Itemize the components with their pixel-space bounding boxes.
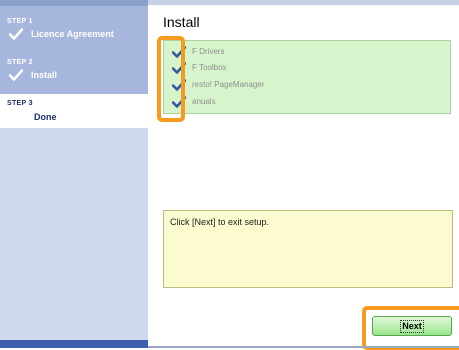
installed-components-list: F Drivers F Toolbox resto! PageManager a… xyxy=(163,40,451,114)
step-label: Licence Agreement xyxy=(31,29,114,39)
sidebar-step-done: STEP 3 Done xyxy=(0,94,148,128)
checkmarks-highlight xyxy=(157,36,185,122)
sidebar-step-licence-agreement: STEP 1 Licence Agreement xyxy=(7,18,114,40)
next-button[interactable]: Next xyxy=(372,316,452,336)
component-label: anuals xyxy=(192,97,216,106)
page-title: Install xyxy=(163,14,200,30)
checkmark-icon xyxy=(9,69,23,81)
info-message: Click [Next] to exit setup. xyxy=(170,217,270,227)
step-label: Done xyxy=(34,112,57,122)
checkmark-icon xyxy=(9,28,23,40)
sidebar-bottom-bar xyxy=(0,340,148,348)
list-item: F Toolbox xyxy=(164,60,450,75)
component-label: resto! PageManager xyxy=(192,80,265,89)
list-item: F Drivers xyxy=(164,44,450,59)
component-label: F Drivers xyxy=(192,47,225,56)
component-label: F Toolbox xyxy=(192,63,227,72)
header-strip xyxy=(148,0,459,5)
step-number: STEP 1 xyxy=(7,18,33,25)
info-message-box: Click [Next] to exit setup. xyxy=(163,210,453,288)
next-button-label: Next xyxy=(400,319,424,333)
step-label: Install xyxy=(31,70,58,80)
list-item: resto! PageManager xyxy=(164,77,450,92)
list-item: anuals xyxy=(164,94,450,109)
steps-sidebar: STEP 1 Licence Agreement STEP 2 Install … xyxy=(0,0,148,348)
step-number: STEP 3 xyxy=(7,100,33,107)
step-number: STEP 2 xyxy=(7,59,33,66)
sidebar-step-install: STEP 2 Install xyxy=(7,59,57,81)
